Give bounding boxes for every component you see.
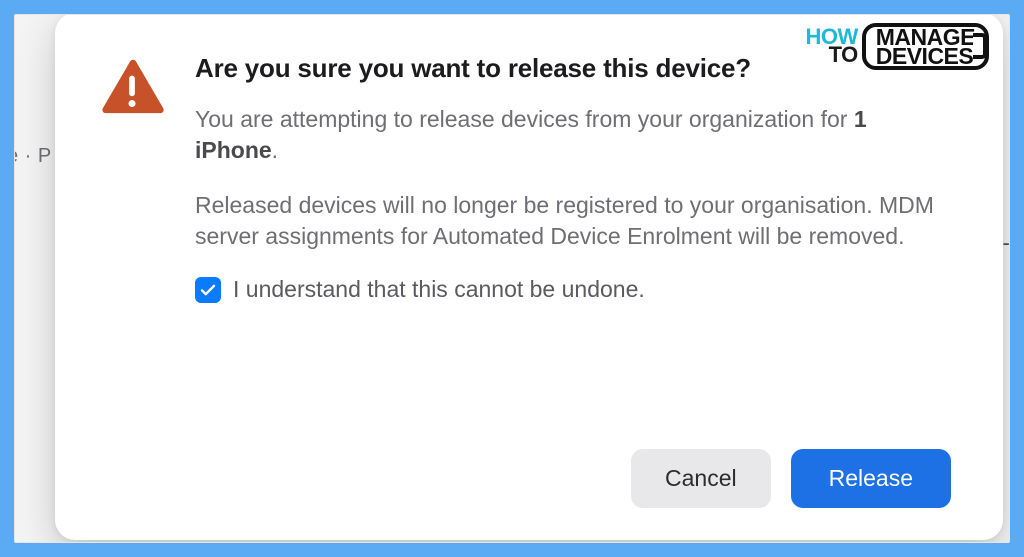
dialog-desc1-suffix: . [272,137,278,163]
watermark-manage-devices: MANAGE DEVICES [862,23,989,70]
dialog-description-1: You are attempting to release devices fr… [195,104,955,166]
confirm-row: I understand that this cannot be undone. [195,276,955,303]
watermark-howto: HOW TO [806,28,858,65]
dialog-button-row: Cancel Release [99,449,955,508]
checkmark-icon [199,281,217,299]
release-device-dialog: HOW TO MANAGE DEVICES Are you [55,14,1003,540]
background-text-right: -0 [1002,230,1010,256]
watermark-logo: HOW TO MANAGE DEVICES [806,23,990,70]
confirm-checkbox[interactable] [195,277,221,303]
dialog-body: Are you sure you want to release this de… [99,53,955,429]
outer-frame: e · P -0 HOW TO MANAGE DEVICES [0,0,1024,557]
watermark-devices: DEVICES [876,47,975,66]
dialog-icon-column [99,53,165,429]
confirm-label: I understand that this cannot be undone. [233,276,645,303]
background-panel: e · P -0 HOW TO MANAGE DEVICES [14,14,1010,543]
background-text-left: e · P [14,145,52,168]
watermark-to: TO [829,46,858,65]
release-button[interactable]: Release [791,449,951,508]
dialog-content-column: Are you sure you want to release this de… [195,53,955,429]
dialog-description-2: Released devices will no longer be regis… [195,190,955,252]
warning-triangle-icon [99,57,165,119]
dialog-desc1-prefix: You are attempting to release devices fr… [195,106,854,132]
cancel-button[interactable]: Cancel [631,449,771,508]
